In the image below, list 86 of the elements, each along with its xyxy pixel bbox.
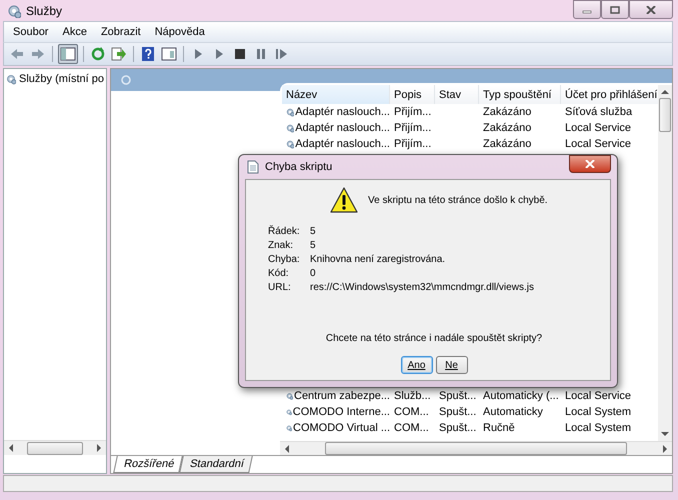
- document-icon: [247, 160, 259, 174]
- stop-icon[interactable]: [232, 46, 248, 62]
- table-cell: Spušt...: [439, 390, 476, 402]
- column-header[interactable]: Popis: [390, 85, 435, 104]
- table-cell: Přijím...: [394, 138, 432, 150]
- menu-item[interactable]: Akce: [62, 26, 87, 38]
- tree-item[interactable]: Služby (místní po: [6, 72, 104, 86]
- table-cell: Local System: [565, 406, 632, 418]
- table-cell: Local System: [565, 422, 632, 434]
- arrow-left-icon: [284, 444, 290, 452]
- column-header[interactable]: Typ spouštění: [479, 85, 561, 104]
- table-cell: COM...: [394, 406, 429, 418]
- dialog-title: Chyba skriptu: [265, 161, 334, 173]
- maximize-button[interactable]: [601, 0, 629, 19]
- question-text: Chcete na této stránce i nadále spouštět skripty?: [324, 333, 544, 344]
- dialog-button[interactable]: Ne: [436, 356, 468, 374]
- arrow-right-icon: [96, 444, 102, 452]
- detail-label: Řádek:: [268, 226, 301, 237]
- minimize-button[interactable]: [573, 0, 601, 19]
- table-cell: Zakázáno: [483, 138, 532, 150]
- table-cell: Zakázáno: [483, 106, 532, 118]
- detail-label: Kód:: [268, 268, 290, 279]
- gear-icon: [7, 4, 21, 18]
- error-message: Ve skriptu na této stránce došlo k chybě.: [368, 194, 548, 206]
- table-cell: Přijím...: [394, 122, 432, 134]
- properties-icon[interactable]: [161, 46, 177, 62]
- table-cell: Local Service: [565, 138, 632, 150]
- panel-icon[interactable]: [60, 46, 76, 62]
- scrollbar-thumb[interactable]: [325, 442, 627, 455]
- warning-icon: [330, 187, 358, 213]
- horizontal-scrollbar[interactable]: [280, 441, 672, 455]
- vertical-scrollbar[interactable]: [658, 85, 672, 441]
- table-cell: Spušt...: [439, 422, 476, 434]
- window-title: Služby: [26, 4, 64, 18]
- table-cell: Síťová služba: [565, 106, 632, 118]
- column-header[interactable]: Stav: [435, 85, 479, 104]
- table-cell: COMODO Virtual ...: [293, 422, 390, 434]
- table-cell: Local Service: [565, 122, 632, 134]
- gear-icon: [6, 72, 16, 86]
- circle-icon: [120, 74, 132, 86]
- table-cell: COM...: [394, 422, 429, 434]
- close-button[interactable]: [569, 155, 611, 173]
- detail-label: URL:: [268, 282, 292, 293]
- horizontal-scrollbar[interactable]: [4, 440, 106, 455]
- detail-value: 5: [310, 226, 317, 237]
- arrow-up-icon: [661, 89, 669, 94]
- table-cell: Adaptér naslouch...: [295, 106, 390, 118]
- table-cell: Ručně: [483, 422, 515, 434]
- menu-item[interactable]: Soubor: [13, 26, 48, 38]
- detail-label: Chyba:: [268, 254, 301, 265]
- table-cell: Local Service: [565, 390, 632, 402]
- arrow-left-icon: [8, 444, 14, 452]
- close-icon: [585, 160, 595, 168]
- arrow-right-icon: [662, 444, 668, 452]
- menu-item[interactable]: Zobrazit: [100, 26, 141, 38]
- back-arrow-icon[interactable]: [9, 46, 25, 62]
- scrollbar-thumb[interactable]: [659, 98, 671, 132]
- detail-value: 0: [310, 268, 317, 279]
- detail-label: Znak:: [268, 240, 294, 251]
- column-header[interactable]: Název: [282, 85, 390, 104]
- table-cell: Adaptér naslouch...: [295, 122, 390, 134]
- maximize-icon: [610, 6, 620, 14]
- refresh-icon[interactable]: [90, 46, 106, 62]
- arrow-down-icon: [661, 432, 669, 437]
- export-icon[interactable]: [111, 46, 127, 62]
- forward-arrow-icon[interactable]: [30, 46, 46, 62]
- tab[interactable]: Standardní: [179, 456, 253, 473]
- scrollbar-thumb[interactable]: [27, 442, 83, 454]
- close-icon: [646, 6, 656, 14]
- table-cell: Centrum zabezpe...: [294, 390, 390, 402]
- table-cell: Zakázáno: [483, 122, 532, 134]
- table-cell: Automaticky (...: [483, 390, 559, 402]
- table-cell: COMODO Interne...: [292, 406, 390, 418]
- table-cell: Adaptér naslouch...: [295, 138, 390, 150]
- detail-value: res://C:\Windows\system32\mmcndmgr.dll/views.js: [310, 282, 534, 293]
- table-cell: Spušt...: [439, 406, 476, 418]
- table-cell: Služb...: [394, 390, 431, 402]
- tab[interactable]: Rozšířené: [113, 456, 183, 473]
- help-icon[interactable]: [140, 46, 156, 62]
- table-cell: Automaticky: [483, 406, 543, 418]
- close-button[interactable]: [629, 0, 673, 19]
- dialog-button[interactable]: Ano: [400, 356, 432, 374]
- menu-item[interactable]: Nápověda: [154, 26, 205, 38]
- table-cell: Přijím...: [394, 106, 432, 118]
- detail-value: 5: [310, 240, 317, 251]
- detail-value: Knihovna není zaregistrována.: [310, 254, 446, 265]
